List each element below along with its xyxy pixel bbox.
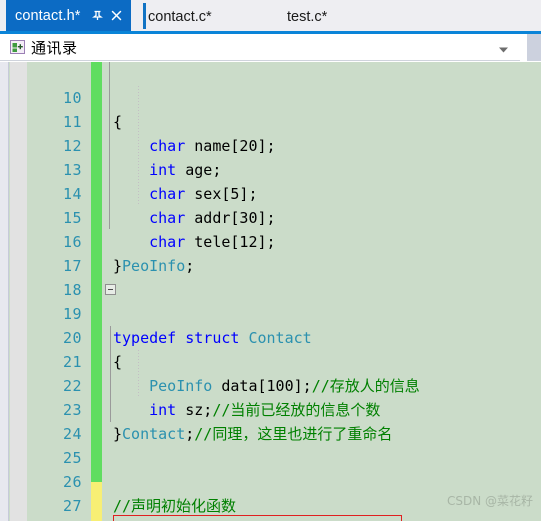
code-line[interactable]: 17	[0, 230, 541, 275]
code-line[interactable]: 16 }PeoInfo;	[0, 206, 541, 275]
code-line[interactable]: 27 void InitContact(Contact* pc);	[0, 470, 541, 515]
code-line[interactable]: 12 int age;	[0, 110, 541, 179]
tab-label: test.c*	[287, 8, 328, 25]
tab-label: contact.c*	[148, 8, 212, 25]
navbar-label: 通讯录	[31, 38, 78, 57]
editor-tab-strip: contact.h* contact.c* test.c*	[0, 0, 541, 31]
code-line[interactable]: 19 typedef struct Contact	[0, 278, 541, 347]
tab-test-c[interactable]: test.c*	[287, 2, 327, 31]
code-line[interactable]: 20 {	[0, 302, 541, 371]
code-line-list: 10 { 11 char name[20]; 12 int age; 13 ch…	[0, 62, 541, 521]
close-icon[interactable]	[109, 8, 124, 23]
code-line[interactable]: 24	[0, 398, 541, 443]
visual-studio-editor-window: contact.h* contact.c* test.c* 通讯录 10 {1…	[0, 0, 541, 521]
navbar-right-scroll-region[interactable]	[527, 34, 541, 61]
code-line[interactable]: 10 {	[0, 62, 541, 131]
code-line[interactable]: 25	[0, 422, 541, 467]
code-line[interactable]: 18	[0, 254, 541, 299]
code-line[interactable]: 22 int sz;//当前已经放的信息个数	[0, 350, 541, 419]
tab-group-indicator	[143, 3, 146, 29]
navigation-bar: 通讯录	[0, 34, 541, 61]
watermark-text: CSDN @菜花籽	[446, 494, 533, 508]
code-line[interactable]: 13 char sex[5];	[0, 134, 541, 203]
tab-contact-c[interactable]: contact.c*	[148, 2, 212, 31]
solution-project-icon	[10, 39, 27, 56]
code-editor-surface[interactable]: 10 { 11 char name[20]; 12 int age; 13 ch…	[0, 62, 541, 521]
code-line[interactable]: 23 }Contact;//同理，这里也进行了重命名	[0, 374, 541, 443]
code-line[interactable]: 26 //声明初始化函数	[0, 446, 541, 515]
pin-icon[interactable]	[90, 8, 105, 23]
code-line[interactable]: 21 PeoInfo data[100];//存放人的信息	[0, 326, 541, 395]
navbar-right-filler	[520, 34, 527, 61]
code-line[interactable]: 14 char addr[30];	[0, 158, 541, 227]
code-line[interactable]: 11 char name[20];	[0, 86, 541, 155]
chevron-down-icon[interactable]	[497, 42, 510, 53]
code-line[interactable]: 15 char tele[12];	[0, 182, 541, 251]
tab-contact-h[interactable]: contact.h*	[6, 0, 131, 31]
tab-label: contact.h*	[15, 7, 81, 24]
